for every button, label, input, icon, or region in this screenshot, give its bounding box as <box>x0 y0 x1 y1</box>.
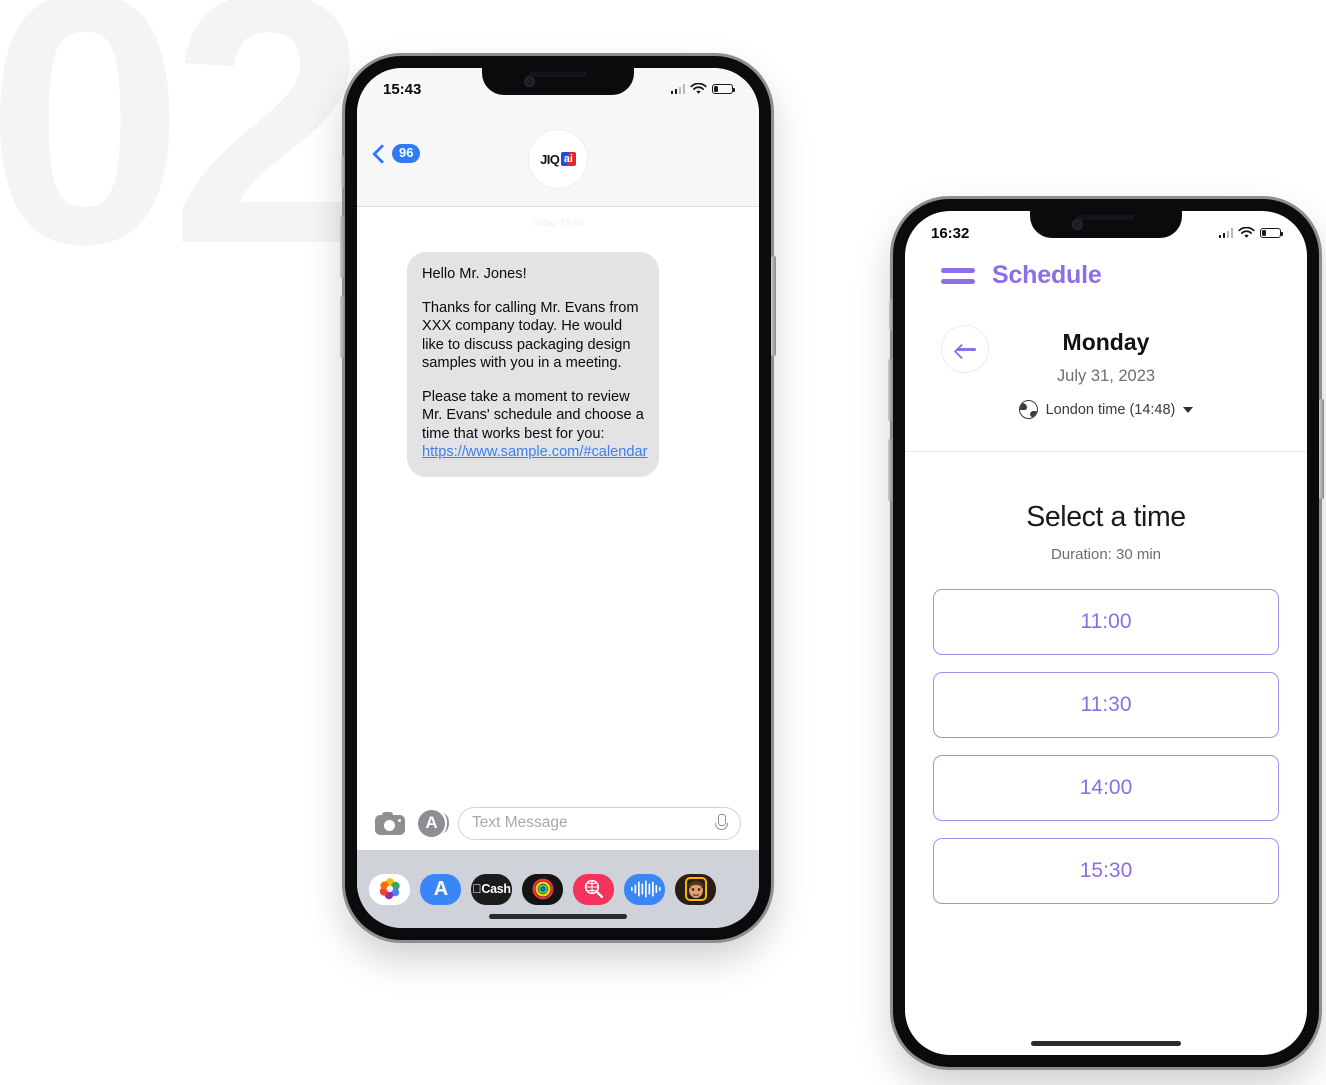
message-bubble-incoming[interactable]: Hello Mr. Jones! Thanks for calling Mr. … <box>407 252 659 477</box>
message-input[interactable]: Text Message <box>458 806 741 840</box>
photos-app-icon[interactable] <box>369 873 410 905</box>
back-button[interactable] <box>941 325 989 373</box>
music-app-icon[interactable] <box>522 873 563 905</box>
message-paragraph-2-text: Please take a moment to review Mr. Evans… <box>422 388 644 442</box>
day-header: Monday July 31, 2023 London time (14:48) <box>905 325 1307 419</box>
conversation-timestamp: Today 15:40 <box>531 218 585 228</box>
memoji-app-icon[interactable] <box>675 873 716 905</box>
chevron-down-icon <box>1183 406 1194 413</box>
images-search-app-icon[interactable] <box>573 873 614 905</box>
time-slot-button[interactable]: 11:00 <box>933 589 1279 655</box>
front-camera <box>523 76 535 87</box>
select-time-title: Select a time <box>1026 501 1186 533</box>
app-bar: Schedule <box>905 261 1307 290</box>
home-indicator <box>489 914 627 919</box>
earpiece-speaker <box>529 72 587 77</box>
time-slot-list: 11:00 11:30 14:00 15:30 <box>933 589 1279 904</box>
wifi-icon <box>1238 227 1255 238</box>
front-camera <box>1071 219 1083 230</box>
message-paragraph-2: Please take a moment to review Mr. Evans… <box>422 388 648 462</box>
phone-notch <box>1030 211 1182 238</box>
apple-cash-app-icon[interactable]: Cash <box>471 873 512 905</box>
wifi-icon <box>690 83 707 94</box>
status-bar-time: 15:43 <box>383 80 422 98</box>
volume-up-button[interactable] <box>888 359 893 421</box>
calendar-link[interactable]: https://www.sample.com/#calendar <box>422 444 648 460</box>
power-button[interactable] <box>771 256 776 356</box>
contact-avatar[interactable]: JIQ ai <box>529 130 587 188</box>
home-indicator <box>1031 1041 1181 1046</box>
message-paragraph-1: Thanks for calling Mr. Evans from XXX co… <box>422 299 639 372</box>
phone-notch <box>482 68 634 95</box>
message-input-placeholder: Text Message <box>472 814 568 831</box>
globe-icon <box>1018 400 1038 419</box>
power-button[interactable] <box>1319 399 1324 499</box>
hamburger-menu-icon[interactable] <box>941 267 975 284</box>
duration-label: Duration: 30 min <box>1050 546 1162 563</box>
microphone-icon[interactable] <box>714 813 728 833</box>
phone-schedule: 16:32 Schedule Monday July 31, 2023 Lond… <box>888 199 1324 1067</box>
phone-messages: 15:43 96 JIQ ai Today 15:40 Hello Mr. Jo… <box>340 56 776 940</box>
status-bar-indicators <box>1218 227 1284 239</box>
unread-count-badge: 96 <box>392 144 421 164</box>
volume-up-button[interactable] <box>340 216 345 278</box>
earpiece-speaker <box>1077 215 1135 220</box>
timezone-label: London time (14:48) <box>1045 401 1176 418</box>
compose-bar: A Text Message <box>357 796 759 850</box>
camera-icon[interactable] <box>375 811 405 835</box>
status-bar-time: 16:32 <box>931 224 970 242</box>
conversation-area[interactable]: Today 15:40 Hello Mr. Jones! Thanks for … <box>357 206 759 796</box>
battery-low-icon <box>1260 227 1284 239</box>
mute-switch[interactable] <box>341 156 345 188</box>
status-bar-indicators <box>670 83 736 95</box>
voice-memo-app-icon[interactable] <box>624 873 665 905</box>
arrow-left-icon <box>955 342 976 356</box>
section-divider <box>905 451 1307 452</box>
mute-switch[interactable] <box>889 299 893 331</box>
schedule-content: Schedule Monday July 31, 2023 London tim… <box>905 211 1307 904</box>
battery-low-icon <box>712 83 736 95</box>
time-slot-button[interactable]: 14:00 <box>933 755 1279 821</box>
logo-badge-ai: ai <box>560 151 576 167</box>
timezone-selector[interactable]: London time (14:48) <box>905 400 1307 419</box>
chevron-left-icon <box>372 143 392 164</box>
phone-messages-screen: 15:43 96 JIQ ai Today 15:40 Hello Mr. Jo… <box>357 68 759 928</box>
volume-down-button[interactable] <box>340 296 345 358</box>
time-slot-button[interactable]: 15:30 <box>933 838 1279 904</box>
app-store-app-icon[interactable]: A <box>420 873 461 905</box>
cellular-bars-icon <box>1218 228 1233 238</box>
message-greeting: Hello Mr. Jones! <box>422 266 527 282</box>
phone-schedule-screen: 16:32 Schedule Monday July 31, 2023 Lond… <box>905 211 1307 1055</box>
app-store-icon[interactable]: A <box>418 809 449 837</box>
logo-text-jiq: JIQ <box>540 151 560 167</box>
back-button[interactable]: 96 <box>372 143 421 164</box>
cellular-bars-icon <box>670 84 685 94</box>
step-number-watermark: 02 <box>0 0 368 318</box>
select-time-header: Select a time Duration: 30 min <box>905 501 1307 563</box>
page-title: Schedule <box>992 261 1102 289</box>
volume-down-button[interactable] <box>888 439 893 501</box>
time-slot-button[interactable]: 11:30 <box>933 672 1279 738</box>
